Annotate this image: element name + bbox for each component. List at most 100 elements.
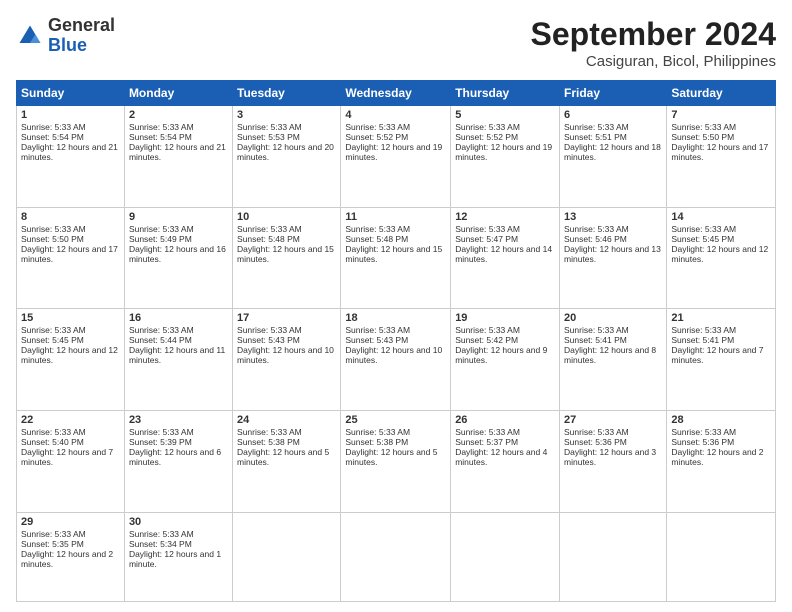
- table-row: 23 Sunrise: 5:33 AM Sunset: 5:39 PM Dayl…: [124, 411, 232, 513]
- logo: General Blue: [16, 16, 115, 56]
- table-row: 28 Sunrise: 5:33 AM Sunset: 5:36 PM Dayl…: [667, 411, 776, 513]
- table-row: 3 Sunrise: 5:33 AM Sunset: 5:53 PM Dayli…: [233, 106, 341, 208]
- table-row: 24 Sunrise: 5:33 AM Sunset: 5:38 PM Dayl…: [233, 411, 341, 513]
- sunset-label: Sunset: 5:50 PM: [21, 234, 84, 244]
- daylight-label: Daylight: 12 hours and 10 minutes.: [345, 345, 442, 365]
- title-area: September 2024 Casiguran, Bicol, Philipp…: [531, 16, 776, 70]
- daylight-label: Daylight: 12 hours and 17 minutes.: [21, 244, 118, 264]
- table-row: 27 Sunrise: 5:33 AM Sunset: 5:36 PM Dayl…: [560, 411, 667, 513]
- sunset-label: Sunset: 5:43 PM: [345, 335, 408, 345]
- sunset-label: Sunset: 5:43 PM: [237, 335, 300, 345]
- table-row: 9 Sunrise: 5:33 AM Sunset: 5:49 PM Dayli…: [124, 207, 232, 309]
- sunrise-label: Sunrise: 5:33 AM: [345, 122, 410, 132]
- sunrise-label: Sunrise: 5:33 AM: [237, 224, 302, 234]
- calendar-week-row: 8 Sunrise: 5:33 AM Sunset: 5:50 PM Dayli…: [17, 207, 776, 309]
- table-row: 21 Sunrise: 5:33 AM Sunset: 5:41 PM Dayl…: [667, 309, 776, 411]
- day-number: 12: [455, 211, 555, 223]
- day-number: 3: [237, 109, 336, 121]
- sunset-label: Sunset: 5:38 PM: [345, 437, 408, 447]
- month-title: September 2024: [531, 16, 776, 53]
- sunrise-label: Sunrise: 5:33 AM: [345, 325, 410, 335]
- table-row: 14 Sunrise: 5:33 AM Sunset: 5:45 PM Dayl…: [667, 207, 776, 309]
- logo-general: General: [48, 15, 115, 35]
- sunset-label: Sunset: 5:41 PM: [671, 335, 734, 345]
- table-row: 10 Sunrise: 5:33 AM Sunset: 5:48 PM Dayl…: [233, 207, 341, 309]
- col-thursday: Thursday: [451, 81, 560, 106]
- col-sunday: Sunday: [17, 81, 125, 106]
- table-row: 1 Sunrise: 5:33 AM Sunset: 5:54 PM Dayli…: [17, 106, 125, 208]
- sunrise-label: Sunrise: 5:33 AM: [455, 224, 520, 234]
- day-number: 22: [21, 414, 120, 426]
- day-number: 6: [564, 109, 662, 121]
- sunrise-label: Sunrise: 5:33 AM: [21, 122, 86, 132]
- calendar-week-row: 1 Sunrise: 5:33 AM Sunset: 5:54 PM Dayli…: [17, 106, 776, 208]
- sunset-label: Sunset: 5:45 PM: [671, 234, 734, 244]
- sunset-label: Sunset: 5:36 PM: [564, 437, 627, 447]
- table-row: 4 Sunrise: 5:33 AM Sunset: 5:52 PM Dayli…: [341, 106, 451, 208]
- calendar-week-row: 29 Sunrise: 5:33 AM Sunset: 5:35 PM Dayl…: [17, 512, 776, 601]
- day-number: 11: [345, 211, 446, 223]
- sunrise-label: Sunrise: 5:33 AM: [455, 325, 520, 335]
- table-row: 11 Sunrise: 5:33 AM Sunset: 5:48 PM Dayl…: [341, 207, 451, 309]
- sunset-label: Sunset: 5:52 PM: [455, 132, 518, 142]
- sunset-label: Sunset: 5:40 PM: [21, 437, 84, 447]
- daylight-label: Daylight: 12 hours and 13 minutes.: [564, 244, 661, 264]
- day-number: 2: [129, 109, 228, 121]
- daylight-label: Daylight: 12 hours and 2 minutes.: [21, 549, 113, 569]
- sunset-label: Sunset: 5:44 PM: [129, 335, 192, 345]
- sunset-label: Sunset: 5:37 PM: [455, 437, 518, 447]
- sunrise-label: Sunrise: 5:33 AM: [129, 325, 194, 335]
- table-row: 30 Sunrise: 5:33 AM Sunset: 5:34 PM Dayl…: [124, 512, 232, 601]
- day-number: 18: [345, 312, 446, 324]
- daylight-label: Daylight: 12 hours and 17 minutes.: [671, 142, 768, 162]
- sunset-label: Sunset: 5:34 PM: [129, 539, 192, 549]
- calendar-week-row: 22 Sunrise: 5:33 AM Sunset: 5:40 PM Dayl…: [17, 411, 776, 513]
- table-row: 22 Sunrise: 5:33 AM Sunset: 5:40 PM Dayl…: [17, 411, 125, 513]
- table-row: [451, 512, 560, 601]
- daylight-label: Daylight: 12 hours and 12 minutes.: [21, 345, 118, 365]
- daylight-label: Daylight: 12 hours and 15 minutes.: [345, 244, 442, 264]
- daylight-label: Daylight: 12 hours and 4 minutes.: [455, 447, 547, 467]
- day-number: 10: [237, 211, 336, 223]
- day-number: 29: [21, 516, 120, 528]
- sunset-label: Sunset: 5:45 PM: [21, 335, 84, 345]
- table-row: 8 Sunrise: 5:33 AM Sunset: 5:50 PM Dayli…: [17, 207, 125, 309]
- daylight-label: Daylight: 12 hours and 21 minutes.: [21, 142, 118, 162]
- logo-icon: [16, 22, 44, 50]
- table-row: 29 Sunrise: 5:33 AM Sunset: 5:35 PM Dayl…: [17, 512, 125, 601]
- sunrise-label: Sunrise: 5:33 AM: [129, 529, 194, 539]
- daylight-label: Daylight: 12 hours and 11 minutes.: [129, 345, 225, 365]
- sunset-label: Sunset: 5:41 PM: [564, 335, 627, 345]
- table-row: 26 Sunrise: 5:33 AM Sunset: 5:37 PM Dayl…: [451, 411, 560, 513]
- table-row: [667, 512, 776, 601]
- daylight-label: Daylight: 12 hours and 10 minutes.: [237, 345, 334, 365]
- sunrise-label: Sunrise: 5:33 AM: [671, 224, 736, 234]
- day-number: 8: [21, 211, 120, 223]
- day-number: 7: [671, 109, 771, 121]
- daylight-label: Daylight: 12 hours and 12 minutes.: [671, 244, 768, 264]
- sunset-label: Sunset: 5:54 PM: [21, 132, 84, 142]
- daylight-label: Daylight: 12 hours and 7 minutes.: [671, 345, 763, 365]
- sunset-label: Sunset: 5:36 PM: [671, 437, 734, 447]
- sunset-label: Sunset: 5:42 PM: [455, 335, 518, 345]
- sunset-label: Sunset: 5:35 PM: [21, 539, 84, 549]
- daylight-label: Daylight: 12 hours and 2 minutes.: [671, 447, 763, 467]
- sunrise-label: Sunrise: 5:33 AM: [237, 427, 302, 437]
- day-number: 4: [345, 109, 446, 121]
- sunrise-label: Sunrise: 5:33 AM: [345, 427, 410, 437]
- day-number: 20: [564, 312, 662, 324]
- sunset-label: Sunset: 5:48 PM: [237, 234, 300, 244]
- daylight-label: Daylight: 12 hours and 3 minutes.: [564, 447, 656, 467]
- sunrise-label: Sunrise: 5:33 AM: [564, 325, 629, 335]
- day-number: 15: [21, 312, 120, 324]
- day-number: 21: [671, 312, 771, 324]
- sunrise-label: Sunrise: 5:33 AM: [237, 325, 302, 335]
- table-row: 7 Sunrise: 5:33 AM Sunset: 5:50 PM Dayli…: [667, 106, 776, 208]
- sunrise-label: Sunrise: 5:33 AM: [129, 224, 194, 234]
- calendar-header-row: Sunday Monday Tuesday Wednesday Thursday…: [17, 81, 776, 106]
- sunrise-label: Sunrise: 5:33 AM: [129, 122, 194, 132]
- sunset-label: Sunset: 5:50 PM: [671, 132, 734, 142]
- sunrise-label: Sunrise: 5:33 AM: [671, 427, 736, 437]
- sunset-label: Sunset: 5:48 PM: [345, 234, 408, 244]
- location-subtitle: Casiguran, Bicol, Philippines: [531, 53, 776, 70]
